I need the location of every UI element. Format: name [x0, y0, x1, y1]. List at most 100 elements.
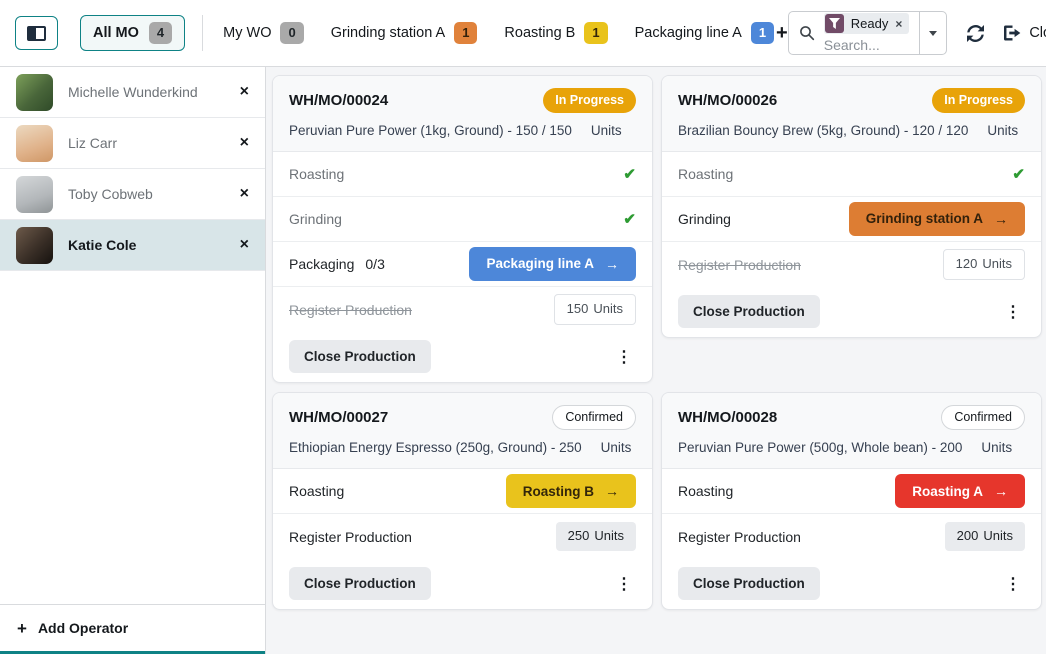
operator-row[interactable]: Liz Carr × [0, 118, 265, 169]
sidebar-panel-icon [27, 26, 46, 41]
remove-operator-icon[interactable]: × [240, 84, 249, 100]
register-production-row: Register Production 250 Units [273, 514, 652, 559]
sign-out-icon [1004, 25, 1021, 41]
operator-name: Toby Cobweb [68, 186, 225, 202]
card-header[interactable]: WH/MO/00027 Confirmed Ethiopian Energy E… [273, 393, 652, 469]
top-bar: All MO 4 My WO 0 Grinding station A 1 Ro… [0, 0, 1046, 67]
card-rows: Roasting ✔ Grinding Grinding station A →… [662, 152, 1041, 287]
search-icon [799, 25, 815, 41]
card-footer: Close Production ⋮ [273, 332, 652, 382]
kebab-menu-icon[interactable]: ⋮ [612, 574, 636, 594]
close-button[interactable]: Close [1004, 25, 1046, 41]
mo-reference: WH/MO/00026 [678, 92, 777, 109]
arrow-right-icon: → [605, 255, 619, 273]
workorder-label: Roasting [289, 483, 344, 499]
tab-label: Grinding station A [331, 25, 445, 41]
search-placeholder: Search... [824, 37, 880, 53]
tab-roasting-b[interactable]: Roasting B 1 [504, 22, 607, 44]
card-header[interactable]: WH/MO/00026 In Progress Brazilian Bouncy… [662, 76, 1041, 152]
register-production-row: Register Production 150 Units [273, 287, 652, 332]
check-icon[interactable]: ✔ [1012, 165, 1025, 183]
search-dropdown-toggle[interactable] [919, 12, 946, 54]
register-production-row: Register Production 120 Units [662, 242, 1041, 287]
all-mo-count-badge: 4 [149, 22, 172, 44]
workcenter-action-button[interactable]: Grinding station A → [849, 202, 1025, 236]
card-header[interactable]: WH/MO/00024 In Progress Peruvian Pure Po… [273, 76, 652, 152]
tab-grinding-station-a[interactable]: Grinding station A 1 [331, 22, 478, 44]
workcenter-action-button[interactable]: Roasting B → [506, 474, 636, 508]
sidebar-toggle-button[interactable] [15, 16, 58, 50]
refresh-button[interactable] [967, 25, 984, 42]
kebab-menu-icon[interactable]: ⋮ [612, 347, 636, 367]
card-header[interactable]: WH/MO/00028 Confirmed Peruvian Pure Powe… [662, 393, 1041, 469]
product-description: Peruvian Pure Power (1kg, Ground) - 150 … [289, 123, 572, 138]
manufacturing-order-card: WH/MO/00028 Confirmed Peruvian Pure Powe… [661, 392, 1042, 610]
status-badge: In Progress [932, 88, 1025, 113]
search-input[interactable]: Ready × Search... [789, 12, 920, 54]
close-production-button[interactable]: Close Production [289, 340, 431, 373]
card-rows: Roasting Roasting B → Register Productio… [273, 469, 652, 559]
kebab-menu-icon[interactable]: ⋮ [1001, 574, 1025, 594]
quantity-chip[interactable]: 120 Units [943, 249, 1025, 280]
card-rows: Roasting ✔ Grinding ✔ Packaging 0/3 Pack… [273, 152, 652, 332]
plus-icon: + [17, 620, 27, 637]
avatar [16, 176, 53, 213]
mo-reference: WH/MO/00027 [289, 409, 388, 426]
operator-row[interactable]: Michelle Wunderkind × [0, 67, 265, 118]
close-production-button[interactable]: Close Production [678, 567, 820, 600]
card-footer: Close Production ⋮ [662, 287, 1041, 337]
filter-remove-icon[interactable]: × [895, 17, 902, 31]
card-footer: Close Production ⋮ [662, 559, 1041, 609]
quantity-chip[interactable]: 250 Units [556, 522, 636, 551]
remove-operator-icon[interactable]: × [240, 135, 249, 151]
operator-row[interactable]: Toby Cobweb × [0, 169, 265, 220]
operator-name: Michelle Wunderkind [68, 84, 225, 100]
workorder-label: Roasting [678, 166, 733, 182]
workcenter-tabs: My WO 0 Grinding station A 1 Roasting B … [223, 22, 774, 44]
check-icon[interactable]: ✔ [623, 210, 636, 228]
filter-chip-ready[interactable]: Ready × [824, 13, 910, 34]
mo-cards-grid: WH/MO/00024 In Progress Peruvian Pure Po… [266, 67, 1046, 654]
remove-operator-icon[interactable]: × [240, 186, 249, 202]
quantity-value: 200 [957, 528, 979, 545]
kebab-menu-icon[interactable]: ⋮ [1001, 302, 1025, 322]
status-badge: Confirmed [941, 405, 1025, 430]
add-workcenter-button[interactable]: + [776, 23, 788, 43]
avatar [16, 74, 53, 111]
status-badge: In Progress [543, 88, 636, 113]
operator-row[interactable]: Katie Cole × [0, 220, 265, 271]
tab-count-badge: 1 [584, 22, 607, 44]
tab-packaging-line-a[interactable]: Packaging line A 1 [635, 22, 774, 44]
check-icon[interactable]: ✔ [623, 165, 636, 183]
workcenter-button-label: Packaging line A [486, 255, 594, 273]
main-layout: Michelle Wunderkind × Liz Carr × Toby Co… [0, 67, 1046, 654]
arrow-right-icon: → [994, 210, 1008, 228]
topbar-divider [202, 15, 203, 51]
tab-label: Packaging line A [635, 25, 742, 41]
all-mo-button[interactable]: All MO 4 [80, 15, 185, 51]
close-label: Close [1029, 25, 1046, 41]
quantity-value: 250 [568, 528, 590, 545]
quantity-chip[interactable]: 150 Units [554, 294, 636, 325]
arrow-right-icon: → [994, 482, 1008, 500]
avatar [16, 125, 53, 162]
uom-label: Units [591, 123, 622, 138]
quantity-uom: Units [982, 256, 1012, 273]
workcenter-button-label: Roasting B [523, 483, 594, 501]
register-production-label: Register Production [289, 529, 412, 545]
quantity-chip[interactable]: 200 Units [945, 522, 1025, 551]
add-operator-button[interactable]: + Add Operator [0, 604, 265, 651]
manufacturing-order-card: WH/MO/00027 Confirmed Ethiopian Energy E… [272, 392, 653, 610]
register-production-row: Register Production 200 Units [662, 514, 1041, 559]
workorder-row: Grinding Grinding station A → [662, 197, 1041, 242]
workcenter-action-button[interactable]: Roasting A → [895, 474, 1025, 508]
workcenter-action-button[interactable]: Packaging line A → [469, 247, 636, 281]
close-production-button[interactable]: Close Production [289, 567, 431, 600]
tab-my-wo[interactable]: My WO 0 [223, 22, 304, 44]
workorder-label: Roasting [289, 166, 344, 182]
close-production-button[interactable]: Close Production [678, 295, 820, 328]
filter-funnel-icon [825, 14, 844, 33]
workorder-progress: 0/3 [365, 256, 384, 272]
tab-label: My WO [223, 25, 271, 41]
remove-operator-icon[interactable]: × [240, 237, 249, 253]
